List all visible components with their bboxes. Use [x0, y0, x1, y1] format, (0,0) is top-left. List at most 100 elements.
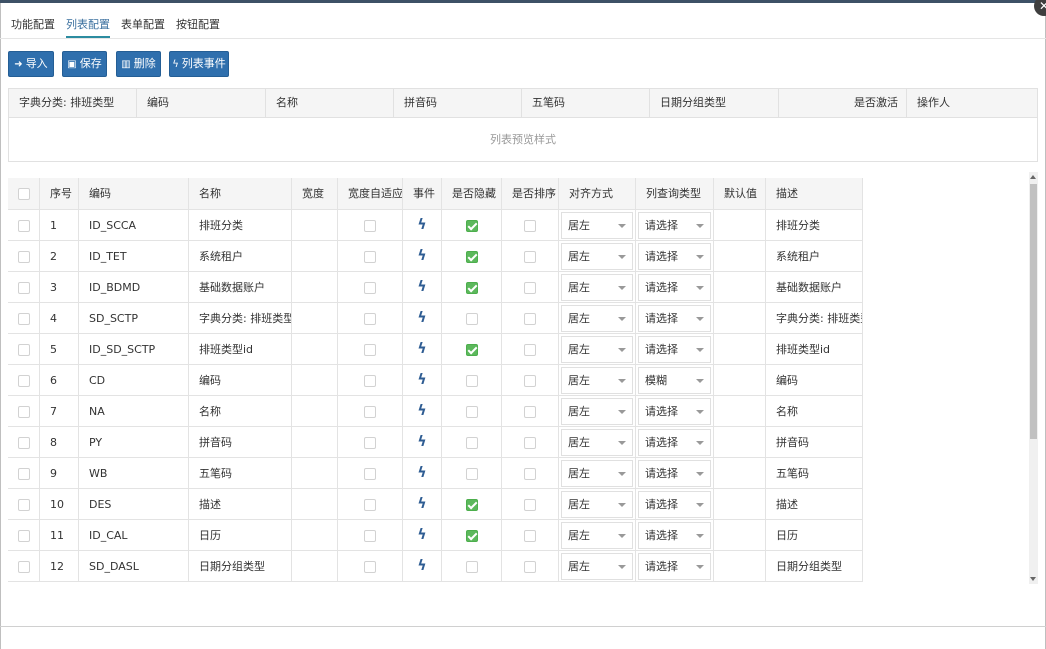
hidden-checkbox[interactable]: [465, 406, 478, 418]
row-select-checkbox[interactable]: [17, 282, 30, 294]
hidden-checkbox[interactable]: [465, 251, 478, 263]
autowidth-checkbox[interactable]: [364, 313, 376, 325]
autowidth-checkbox[interactable]: [364, 468, 376, 480]
row-width-cell[interactable]: [292, 272, 338, 303]
bolt-icon[interactable]: ϟ: [417, 217, 426, 233]
sortable-checkbox[interactable]: [524, 251, 536, 263]
sortable-checkbox[interactable]: [524, 561, 536, 573]
tab-form-config[interactable]: 表单配置: [121, 12, 165, 38]
query-type-select[interactable]: 请选择: [638, 274, 711, 301]
import-button[interactable]: ➜ 导入: [8, 51, 54, 77]
sortable-checkbox[interactable]: [524, 375, 536, 387]
row-default-cell[interactable]: [714, 303, 766, 334]
row-select-checkbox[interactable]: [17, 344, 30, 356]
query-type-select[interactable]: 请选择: [638, 553, 711, 580]
query-type-select[interactable]: 请选择: [638, 398, 711, 425]
row-width-cell[interactable]: [292, 241, 338, 272]
row-select-checkbox[interactable]: [17, 499, 30, 511]
align-select[interactable]: 居左: [561, 522, 633, 549]
sortable-checkbox[interactable]: [524, 499, 536, 511]
tab-button-config[interactable]: 按钮配置: [176, 12, 220, 38]
hidden-checkbox[interactable]: [465, 437, 478, 449]
query-type-select[interactable]: 模糊: [638, 367, 711, 394]
grid-scrollbar[interactable]: [1029, 172, 1038, 584]
row-select-checkbox[interactable]: [17, 313, 30, 325]
bolt-icon[interactable]: ϟ: [417, 558, 426, 574]
align-select[interactable]: 居左: [561, 243, 633, 270]
row-width-cell[interactable]: [292, 334, 338, 365]
row-default-cell[interactable]: [714, 241, 766, 272]
list-events-button[interactable]: ϟ 列表事件: [169, 51, 229, 77]
row-select-checkbox[interactable]: [17, 375, 30, 387]
query-type-select[interactable]: 请选择: [638, 522, 711, 549]
bolt-icon[interactable]: ϟ: [417, 279, 426, 295]
query-type-select[interactable]: 请选择: [638, 429, 711, 456]
align-select[interactable]: 居左: [561, 212, 633, 239]
query-type-select[interactable]: 请选择: [638, 460, 711, 487]
hidden-checkbox[interactable]: [465, 468, 478, 480]
row-select-checkbox[interactable]: [17, 251, 30, 263]
select-all-checkbox[interactable]: [17, 188, 30, 200]
align-select[interactable]: 居左: [561, 460, 633, 487]
row-width-cell[interactable]: [292, 551, 338, 582]
align-select[interactable]: 居左: [561, 336, 633, 363]
hidden-checkbox[interactable]: [465, 499, 478, 511]
hidden-checkbox[interactable]: [465, 282, 478, 294]
autowidth-checkbox[interactable]: [364, 406, 376, 418]
row-width-cell[interactable]: [292, 210, 338, 241]
tab-function-config[interactable]: 功能配置: [11, 12, 55, 38]
sortable-checkbox[interactable]: [524, 530, 536, 542]
scroll-thumb[interactable]: [1030, 184, 1037, 439]
row-width-cell[interactable]: [292, 396, 338, 427]
tab-list-config[interactable]: 列表配置: [66, 12, 110, 38]
row-width-cell[interactable]: [292, 458, 338, 489]
bolt-icon[interactable]: ϟ: [417, 496, 426, 512]
autowidth-checkbox[interactable]: [364, 499, 376, 511]
bolt-icon[interactable]: ϟ: [417, 310, 426, 326]
sortable-checkbox[interactable]: [524, 282, 536, 294]
align-select[interactable]: 居左: [561, 398, 633, 425]
sortable-checkbox[interactable]: [524, 313, 536, 325]
sortable-checkbox[interactable]: [524, 220, 536, 232]
hidden-checkbox[interactable]: [465, 344, 478, 356]
hidden-checkbox[interactable]: [465, 375, 478, 387]
autowidth-checkbox[interactable]: [364, 375, 376, 387]
row-default-cell[interactable]: [714, 489, 766, 520]
autowidth-checkbox[interactable]: [364, 251, 376, 263]
autowidth-checkbox[interactable]: [364, 282, 376, 294]
scroll-down-arrow-icon[interactable]: [1030, 577, 1036, 581]
row-select-checkbox[interactable]: [17, 220, 30, 232]
row-width-cell[interactable]: [292, 303, 338, 334]
save-button[interactable]: ▣ 保存: [62, 51, 107, 77]
bolt-icon[interactable]: ϟ: [417, 372, 426, 388]
sortable-checkbox[interactable]: [524, 344, 536, 356]
autowidth-checkbox[interactable]: [364, 220, 376, 232]
hidden-checkbox[interactable]: [465, 220, 478, 232]
autowidth-checkbox[interactable]: [364, 561, 376, 573]
row-select-checkbox[interactable]: [17, 437, 30, 449]
query-type-select[interactable]: 请选择: [638, 336, 711, 363]
autowidth-checkbox[interactable]: [364, 437, 376, 449]
query-type-select[interactable]: 请选择: [638, 305, 711, 332]
bolt-icon[interactable]: ϟ: [417, 434, 426, 450]
bolt-icon[interactable]: ϟ: [417, 248, 426, 264]
query-type-select[interactable]: 请选择: [638, 243, 711, 270]
row-default-cell[interactable]: [714, 334, 766, 365]
delete-button[interactable]: ▥ 删除: [116, 51, 161, 77]
row-select-checkbox[interactable]: [17, 561, 30, 573]
query-type-select[interactable]: 请选择: [638, 212, 711, 239]
row-default-cell[interactable]: [714, 396, 766, 427]
align-select[interactable]: 居左: [561, 367, 633, 394]
autowidth-checkbox[interactable]: [364, 530, 376, 542]
bolt-icon[interactable]: ϟ: [417, 341, 426, 357]
sortable-checkbox[interactable]: [524, 468, 536, 480]
autowidth-checkbox[interactable]: [364, 344, 376, 356]
query-type-select[interactable]: 请选择: [638, 491, 711, 518]
sortable-checkbox[interactable]: [524, 437, 536, 449]
row-default-cell[interactable]: [714, 272, 766, 303]
row-width-cell[interactable]: [292, 427, 338, 458]
align-select[interactable]: 居左: [561, 491, 633, 518]
align-select[interactable]: 居左: [561, 429, 633, 456]
hidden-checkbox[interactable]: [465, 561, 478, 573]
align-select[interactable]: 居左: [561, 553, 633, 580]
